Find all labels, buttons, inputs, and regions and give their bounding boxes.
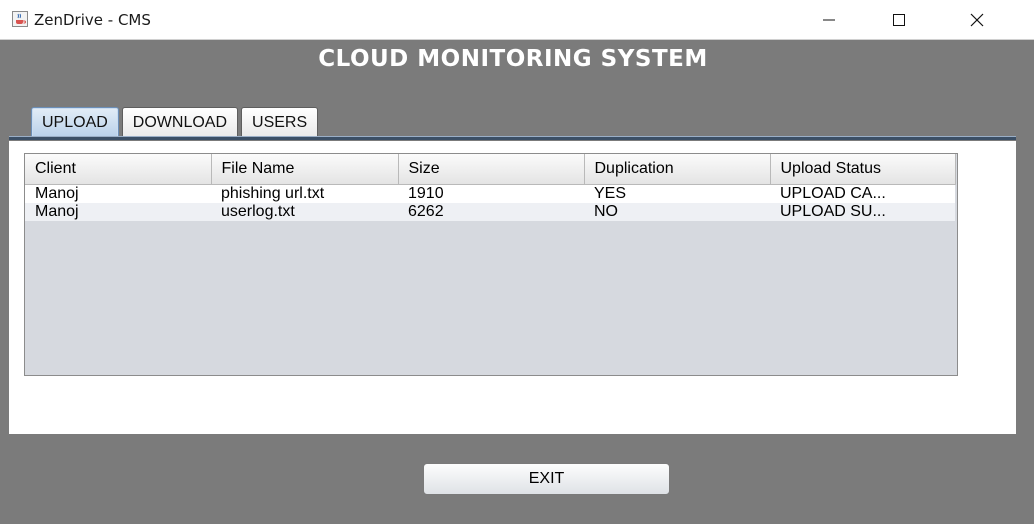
column-header-client[interactable]: Client — [25, 154, 212, 185]
table-header-row: Client File Name Size Duplication Upload… — [25, 154, 956, 185]
cell-upload-status[interactable]: UPLOAD SU... — [770, 202, 955, 221]
cell-client[interactable]: Manoj — [25, 184, 211, 203]
upload-panel: Client File Name Size Duplication Upload… — [9, 141, 1016, 434]
minimize-icon — [823, 19, 835, 21]
column-header-file-name[interactable]: File Name — [211, 154, 399, 185]
window-title: ZenDrive - CMS — [34, 11, 151, 29]
exit-button[interactable]: EXIT — [423, 463, 670, 495]
upload-table-container: Client File Name Size Duplication Upload… — [24, 153, 958, 376]
app-window: ZenDrive - CMS CLOUD MONITORING SYSTEM U… — [0, 0, 1034, 524]
tab-download[interactable]: DOWNLOAD — [121, 107, 239, 137]
cell-upload-status[interactable]: UPLOAD CA... — [770, 184, 955, 203]
close-icon — [970, 13, 984, 27]
close-button[interactable] — [954, 0, 1000, 40]
table-row[interactable]: Manoj phishing url.txt 1910 YES UPLOAD C… — [25, 184, 955, 203]
cell-size[interactable]: 1910 — [398, 184, 584, 203]
java-cup-icon — [12, 11, 28, 27]
tab-divider — [9, 136, 1016, 140]
cell-client[interactable]: Manoj — [25, 202, 211, 221]
maximize-button[interactable] — [876, 0, 922, 40]
table-row[interactable]: Manoj userlog.txt 6262 NO UPLOAD SU... — [25, 202, 955, 221]
cell-duplication[interactable]: NO — [584, 202, 770, 221]
cell-size[interactable]: 6262 — [398, 202, 584, 221]
column-header-size[interactable]: Size — [398, 154, 585, 185]
tab-users[interactable]: USERS — [241, 107, 319, 137]
title-bar: ZenDrive - CMS — [0, 0, 1034, 40]
cell-file-name[interactable]: phishing url.txt — [211, 184, 398, 203]
maximize-icon — [893, 14, 905, 26]
tab-bar: UPLOAD DOWNLOAD USERS — [31, 105, 321, 137]
column-header-upload-status[interactable]: Upload Status — [770, 154, 956, 185]
upload-table: Client File Name Size Duplication Upload… — [25, 154, 956, 221]
tab-upload[interactable]: UPLOAD — [31, 107, 119, 137]
minimize-button[interactable] — [806, 0, 852, 40]
cell-file-name[interactable]: userlog.txt — [211, 202, 398, 221]
cell-duplication[interactable]: YES — [584, 184, 770, 203]
column-header-duplication[interactable]: Duplication — [584, 154, 771, 185]
page-title: CLOUD MONITORING SYSTEM — [318, 46, 708, 72]
